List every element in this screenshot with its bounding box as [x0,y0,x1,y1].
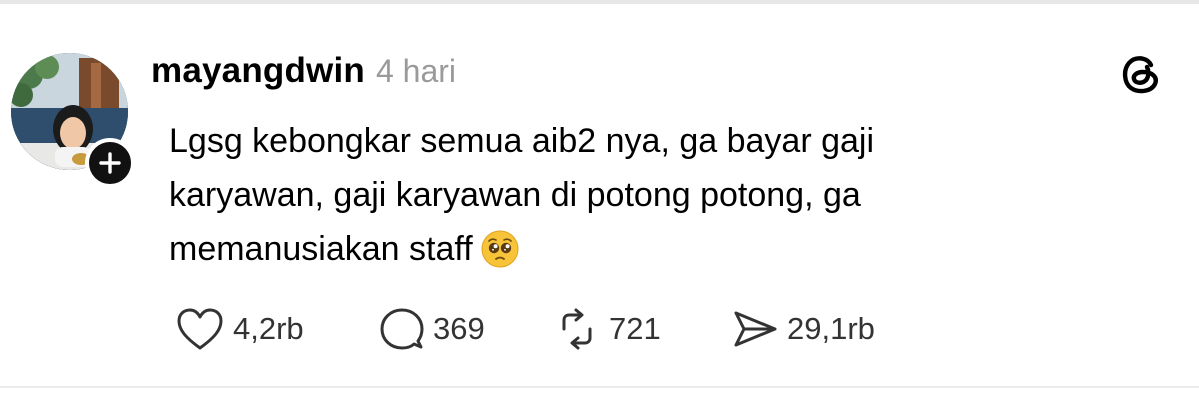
like-button[interactable]: 4,2rb [176,305,304,353]
post-actions: 4,2rb 369 721 29,1rb [0,305,1199,353]
top-divider [0,0,1199,4]
speech-bubble-icon [380,308,424,350]
repost-count: 721 [609,311,661,346]
repost-button[interactable]: 721 [554,305,661,353]
repost-icon [562,308,592,350]
reply-button[interactable]: 369 [380,305,485,353]
post-text-line: memanusiakan staff [169,230,473,268]
heart-icon [177,308,223,350]
pleading-face-icon [481,230,519,268]
post-time: 4 hari [375,53,457,89]
post-header: mayangdwin 4 hari [151,51,456,91]
like-count: 4,2rb [233,311,304,346]
bottom-divider [0,386,1199,388]
post-text-line: karyawan, gaji karyawan di potong potong… [169,176,861,214]
threads-logo-icon[interactable] [1117,49,1165,97]
username[interactable]: mayangdwin [151,51,365,91]
plus-icon [99,152,121,174]
send-icon [734,311,777,347]
share-count: 29,1rb [787,311,875,346]
reply-count: 369 [433,311,485,346]
post-text-line: Lgsg kebongkar semua aib2 nya, ga bayar … [169,122,875,160]
follow-button[interactable] [85,138,135,188]
post-text: Lgsg kebongkar semua aib2 nya, ga bayar … [169,114,1069,276]
share-button[interactable]: 29,1rb [732,305,875,353]
post-text-line-last: memanusiakan staff [169,222,1069,276]
